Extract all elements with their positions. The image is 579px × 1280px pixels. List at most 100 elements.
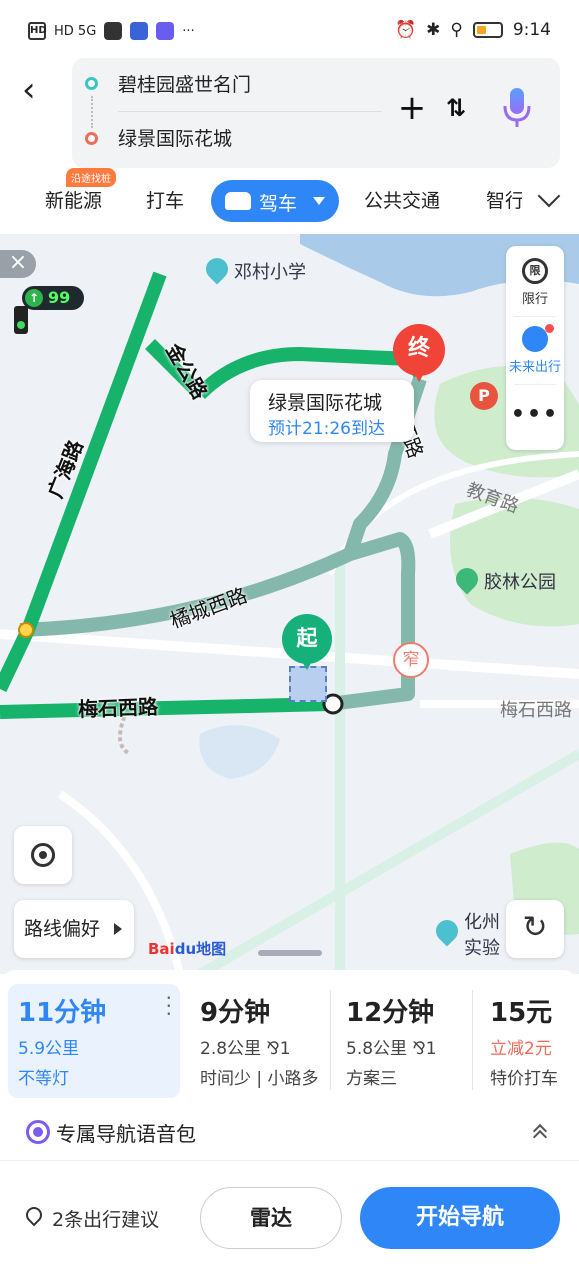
voice-pack-icon [26,1120,50,1144]
route-option-3[interactable]: 12分钟 5.8公里 ⅋1 方案三 [336,984,472,1098]
my-location-button[interactable] [14,826,72,884]
charging-badge: 沿途找桩 [66,168,116,187]
hd-icon: HD [28,22,47,40]
route-more-icon[interactable]: · · · [166,988,172,1024]
traffic-light-icon [14,306,28,334]
refresh-icon: ↻ [522,910,548,945]
route-time: 9分钟 [200,998,271,1028]
clock: 9:14 [512,20,551,40]
close-overlay-button[interactable]: × [0,250,36,278]
more-notifications-icon: ··· [182,23,195,39]
taxi-discount: 立减2元 [490,1039,552,1059]
field-divider [118,111,382,112]
add-waypoint-button[interactable]: + [392,88,432,128]
route-time: 11分钟 [18,998,107,1028]
destination-dot-icon [85,132,98,145]
radar-button[interactable]: 雷达 [200,1187,342,1249]
panel-divider [514,316,556,317]
more-options-button[interactable]: ••• [506,402,564,427]
road-label: 梅石西路 [77,694,159,722]
panel-divider [514,384,556,385]
sheet-handle[interactable] [258,950,322,956]
end-marker-icon[interactable]: 终 [393,324,445,382]
route-option-taxi[interactable]: 15元 立减2元 特价打车 [480,984,579,1098]
poi-label: 化州 [464,912,500,933]
route-tag: 特价打车 [490,1069,558,1089]
logo-text-a: Bai [148,940,175,958]
start-marker-icon[interactable]: 起 [282,614,332,670]
eta-text: 预计21:26到达 [268,419,385,439]
route-tag: 时间少 | 小路多 [200,1069,319,1089]
status-right: ⏰ ✱ ⚲ 9:14 [395,20,551,40]
route-preference-label: 路线偏好 [24,918,101,940]
start-area [289,666,327,702]
battery-icon [472,22,503,38]
bluetooth-icon: ✱ [426,20,441,40]
mic-icon [503,88,531,127]
tab-public-transit[interactable]: 公共交通 [364,186,440,213]
route-divider [330,990,331,1090]
route-sheet: 11分钟 5.9公里 不等灯 · · · 9分钟 2.8公里 ⅋1 时间少 | 小路… [0,970,579,1280]
future-trip-label: 未来出行 [508,360,561,375]
tab-taxi[interactable]: 打车 [146,186,184,213]
route-preference-button[interactable]: 路线偏好 [14,900,134,958]
app-icon [104,22,123,40]
route-option-2[interactable]: 9分钟 2.8公里 ⅋1 时间少 | 小路多 [190,984,326,1098]
dropdown-icon [313,197,325,205]
swap-button[interactable]: ⇅ [436,88,476,128]
back-button[interactable]: ‹ [22,68,58,116]
poi-label: 邓村小学 [234,262,306,283]
route-option-1[interactable]: 11分钟 5.9公里 不等灯 · · · [8,984,180,1098]
tab-new-energy[interactable]: 新能源 [45,186,102,213]
destination-name: 绿景国际花城 [268,392,383,414]
route-tag: 方案三 [346,1069,397,1089]
caret-right-icon [114,923,122,935]
baidu-map-logo: Baidu地图 [148,938,226,959]
parking-icon[interactable]: P [470,382,498,410]
car-icon [225,192,251,210]
location-pin-icon [22,1203,46,1227]
route-header: ‹ 碧桂园盛世名门 绿景国际花城 + ⇅ [0,58,579,172]
tab-driving-label: 驾车 [259,193,298,215]
mode-tabs: 沿途找桩 新能源 打车 驾车 公共交通 智行 [0,168,579,234]
route-distance: 5.9公里 [18,1039,80,1059]
map-view[interactable]: × ↑ 99 邓村小学 胶林公园 化州 实验 金公路 广海路 橘城西路 梅石西路 … [0,234,579,974]
edu-icon [156,22,175,40]
locate-icon [31,843,55,867]
taxi-price: 15元 [490,998,553,1028]
narrow-road-icon: 窄 [393,642,429,678]
route-divider [472,990,473,1090]
alarm-icon: ⏰ [394,20,417,40]
route-connector [91,96,93,128]
map-canvas [0,234,579,974]
restriction-icon: 限 [522,258,548,284]
route-distance: 5.8公里 ⅋1 [346,1039,437,1059]
notification-dot [545,324,554,333]
voice-input-button[interactable] [502,86,532,130]
bottom-action-bar: 2条出行建议 雷达 开始导航 [0,1160,579,1280]
route-input-box: 碧桂园盛世名门 绿景国际花城 + ⇅ [72,58,560,168]
tab-driving[interactable]: 驾车 [211,180,339,222]
start-navigation-button[interactable]: 开始导航 [360,1187,560,1249]
future-trip-button[interactable]: 未来出行 [506,324,564,375]
voice-pack-row[interactable]: 专属导航语音包 [0,1106,579,1158]
location-icon: ⚲ [450,20,463,40]
destination-field[interactable]: 绿景国际花城 [118,124,232,151]
traffic-restriction-button[interactable]: 限 限行 [506,258,564,307]
road-label: 梅石西路 [500,700,572,721]
chevron-down-icon[interactable] [537,184,561,208]
poi-label: 实验 [464,938,500,959]
music-icon [130,22,149,40]
status-left: HD HD 5G ··· [28,22,195,40]
tab-smart[interactable]: 智行 [486,186,522,213]
route-tag: 不等灯 [18,1069,69,1089]
traffic-light-count: ↑ 99 [22,286,84,310]
route-distance: 2.8公里 ⅋1 [200,1039,291,1059]
origin-field[interactable]: 碧桂园盛世名门 [118,70,251,97]
destination-callout[interactable]: 绿景国际花城 预计21:26到达 [250,380,414,442]
refresh-button[interactable]: ↻ [506,900,564,958]
voice-pack-label: 专属导航语音包 [56,1122,196,1146]
travel-suggestions[interactable]: 2条出行建议 [52,1205,159,1232]
route-time: 12分钟 [346,998,435,1028]
signal-text: HD 5G [54,23,97,39]
